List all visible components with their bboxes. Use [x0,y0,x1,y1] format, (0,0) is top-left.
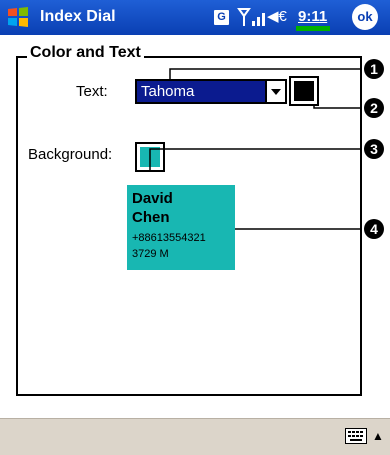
input-menu-arrow-icon[interactable]: ▲ [372,429,384,443]
keyboard-icon[interactable] [345,428,367,444]
callout-lines [149,68,362,230]
callout-number-3: 3 [364,139,384,159]
callout-number-4: 4 [364,219,384,239]
callout-number-1: 1 [364,59,384,79]
callout-number-2: 2 [364,98,384,118]
bottom-command-bar: ▲ [0,418,390,455]
